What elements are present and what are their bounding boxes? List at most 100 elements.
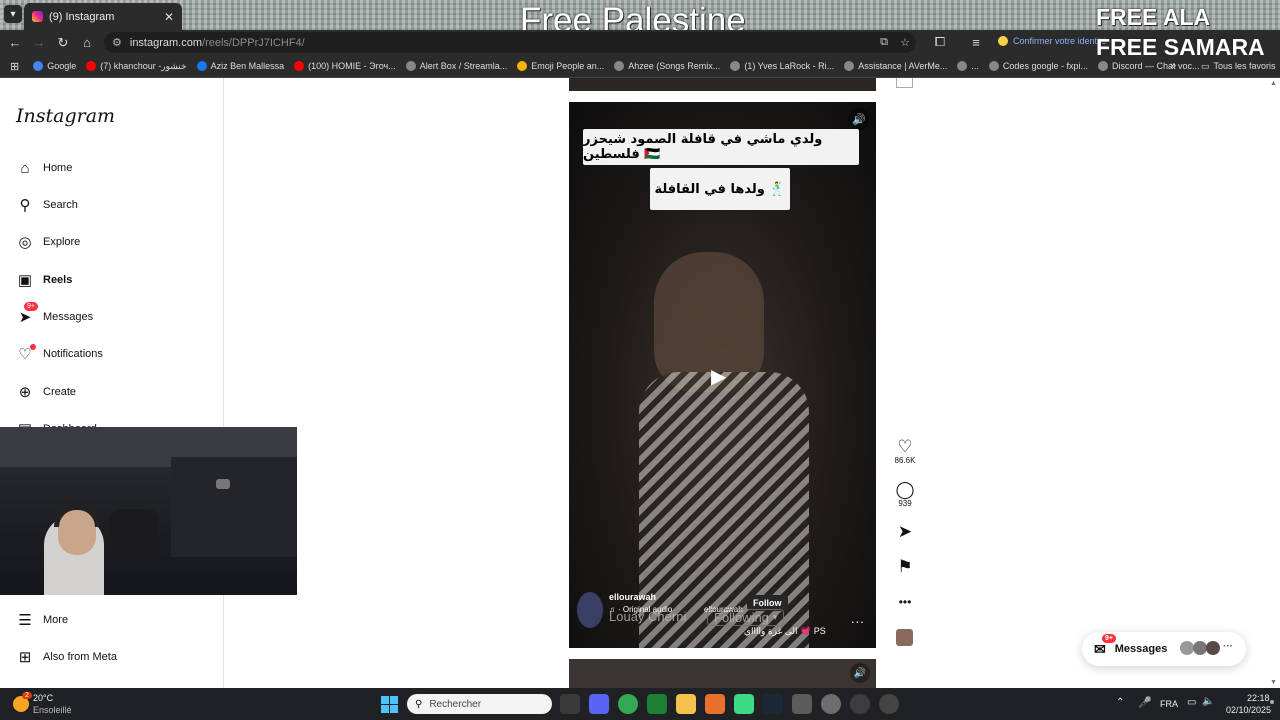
audio-thumbnail[interactable] xyxy=(896,629,913,646)
bookmark-item[interactable]: Codes google - fxpi... xyxy=(988,61,1088,71)
reel-person-face xyxy=(654,252,764,392)
bookmark-item[interactable]: (1) Yves LaRock - Ri... xyxy=(730,61,834,71)
sidebar-item-home[interactable]: ⌂ Home xyxy=(16,156,72,180)
identity-notice[interactable]: Confirmer votre identité xyxy=(1013,36,1107,46)
back-icon[interactable]: ← xyxy=(3,31,27,55)
reel-more-icon[interactable]: ... xyxy=(851,611,865,626)
app-green-icon[interactable] xyxy=(647,694,667,714)
bookmark-item[interactable]: ... xyxy=(957,61,979,71)
clock-time[interactable]: 22:18 xyxy=(1247,693,1270,703)
bookmark-item[interactable]: Emoji People an... xyxy=(517,61,604,71)
sidebar-item-explore[interactable]: ◎ Explore xyxy=(16,230,80,254)
next-reel-edge: 🔊 xyxy=(569,659,876,688)
volume-icon[interactable]: 🔊 xyxy=(848,108,870,130)
bookmark-favicon-icon xyxy=(730,61,741,71)
all-bookmarks-folder[interactable]: ▭ Tous les favoris xyxy=(1201,61,1276,72)
weather-text: Ensoleillé xyxy=(33,705,72,715)
bookmark-item[interactable]: (100) HOMIE - Эгоч... xyxy=(294,61,396,71)
scroll-up-arrow[interactable]: ▲ xyxy=(1270,80,1277,87)
avatar xyxy=(1193,641,1207,655)
apps-grid-icon[interactable]: ⊞ xyxy=(10,60,19,73)
sidebar-item-more[interactable]: ☰ More xyxy=(16,608,68,632)
language-indicator[interactable]: FRA xyxy=(1160,699,1178,709)
vlc-icon[interactable] xyxy=(705,694,725,714)
tray-chevron-up-icon[interactable]: ⌃ xyxy=(1116,697,1124,708)
messages-pill[interactable]: ✉ 9+ Messages ··· xyxy=(1082,632,1246,666)
reading-list-icon[interactable]: ≡ xyxy=(964,30,988,54)
like-action[interactable]: ♡ 86.6K xyxy=(893,438,917,466)
weather-temp[interactable]: 20°C xyxy=(33,693,53,703)
windows-start-icon[interactable] xyxy=(381,696,398,713)
notification-dot xyxy=(30,344,36,350)
calculator-icon[interactable] xyxy=(792,694,812,714)
tab-menu-button[interactable]: ▾ xyxy=(4,5,22,23)
sidebar-item-create[interactable]: ⊕ Create xyxy=(16,380,76,404)
bookmark-icon[interactable]: ⚑ xyxy=(897,558,912,576)
folder-icon: ▭ xyxy=(1201,60,1210,71)
bookmark-item[interactable]: (7) khanchour -خنشور xyxy=(86,61,187,72)
bookmark-item[interactable]: Google xyxy=(33,61,76,71)
clock-date[interactable]: 02/10/2025 xyxy=(1226,705,1271,715)
reel-author-username[interactable]: ellourawah xyxy=(609,592,656,602)
sidebar-item-reels[interactable]: ▣ Reels xyxy=(16,268,72,292)
bookmark-item[interactable]: Aziz Ben Mallessa xyxy=(196,61,284,71)
scroll-down-arrow[interactable]: ▼ xyxy=(1270,679,1277,686)
heart-icon[interactable]: ♡ xyxy=(897,438,912,456)
chrome-icon[interactable] xyxy=(618,694,638,714)
extensions-icon[interactable]: ⧠ xyxy=(928,30,952,54)
instagram-logo[interactable]: Instagram xyxy=(16,105,115,127)
site-info-icon[interactable]: ⚙ xyxy=(112,36,122,49)
bookmark-item[interactable]: Alert Box / Streamla... xyxy=(405,61,507,71)
task-view-icon[interactable] xyxy=(560,694,580,714)
settings-gear-icon[interactable] xyxy=(821,694,841,714)
reload-icon[interactable]: ↻ xyxy=(51,31,75,55)
url-host: instagram.com xyxy=(129,36,203,49)
more-icon[interactable]: ••• xyxy=(899,593,912,611)
notification-dot-icon[interactable] xyxy=(1270,700,1274,704)
install-app-icon[interactable]: ⧉ xyxy=(880,36,888,49)
comment-icon[interactable]: ◯ xyxy=(895,481,914,499)
next-reel-volume-icon[interactable]: 🔊 xyxy=(850,663,870,683)
bookmark-item[interactable]: Discord — Chat voc... xyxy=(1097,61,1200,71)
media-player-icon[interactable] xyxy=(879,694,899,714)
reel-author-avatar[interactable] xyxy=(577,592,603,628)
bookmark-favicon-icon xyxy=(33,61,44,71)
speaker-icon[interactable]: 🔈 xyxy=(1202,696,1214,707)
network-icon[interactable]: ▭ xyxy=(1187,697,1196,708)
save-action[interactable]: ⚑ xyxy=(893,558,917,576)
bookmark-item[interactable]: Assistance | AVerMe... xyxy=(844,61,947,71)
instagram-favicon-icon xyxy=(32,11,43,22)
sidebar-item-messages[interactable]: ➤ 9+ Messages xyxy=(16,302,93,329)
bookmark-star-icon[interactable]: ☆ xyxy=(900,36,910,49)
send-icon[interactable]: ➤ xyxy=(898,523,912,541)
steam-icon[interactable] xyxy=(763,694,783,714)
url-input[interactable]: ⚙ instagram.com/reels/DPPrJ7ICHF4/ ⧉ ☆ xyxy=(104,32,916,53)
bookmark-item[interactable]: Ahzee (Songs Remix... xyxy=(614,61,720,71)
discord-icon[interactable] xyxy=(589,694,609,714)
sidebar-item-meta[interactable]: ⊞ Also from Meta xyxy=(16,645,117,669)
bookmark-favicon-icon xyxy=(1097,61,1108,71)
overlay-following-label: Following xyxy=(714,610,769,625)
comment-action[interactable]: ◯ 939 xyxy=(893,481,917,509)
sidebar-item-notifications[interactable]: ♡ Notifications xyxy=(16,342,103,366)
share-action[interactable]: ➤ xyxy=(893,523,917,541)
reel-video[interactable]: 🔊 ولدي ماشي في قافلة الصمود شيحزر فلسطين… xyxy=(569,102,876,648)
obs-icon[interactable] xyxy=(850,694,870,714)
tab-instagram[interactable]: (9) Instagram ✕ xyxy=(24,3,182,30)
play-icon[interactable]: ▶ xyxy=(711,364,735,388)
taskbar-search-input[interactable]: ⚲ Rechercher xyxy=(407,694,552,714)
tab-close-icon[interactable]: ✕ xyxy=(164,10,174,24)
microphone-icon[interactable]: 🎤 xyxy=(1138,696,1152,709)
bookmark-label: Discord — Chat voc... xyxy=(1111,61,1200,71)
overlay-following-button: Following ▾ xyxy=(707,609,785,626)
bookmark-favicon-icon xyxy=(196,61,207,71)
forward-icon[interactable]: → xyxy=(27,31,51,55)
app-teal-icon[interactable] xyxy=(734,694,754,714)
bookmarks-more-icon[interactable]: » xyxy=(1170,60,1176,72)
previous-reel-avatar[interactable] xyxy=(896,78,913,88)
profile-icon[interactable] xyxy=(998,36,1008,46)
file-explorer-icon[interactable] xyxy=(676,694,696,714)
home-browser-icon[interactable]: ⌂ xyxy=(75,31,99,55)
more-action[interactable]: ••• xyxy=(893,593,917,611)
sidebar-item-search[interactable]: ⚲ Search xyxy=(16,193,78,217)
